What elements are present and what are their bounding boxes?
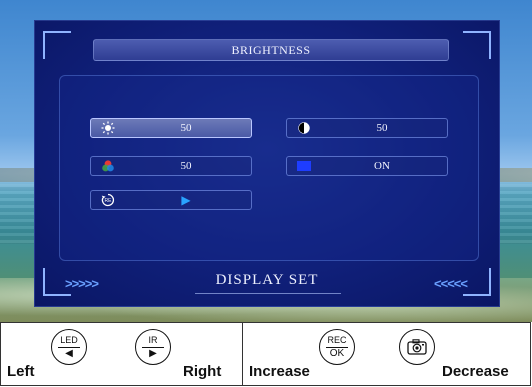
ok-label: OK bbox=[329, 348, 345, 359]
increase-label: Increase bbox=[249, 363, 310, 380]
right-arrows-decoration: <<<<< bbox=[434, 276, 468, 291]
led-button-label: LED bbox=[60, 335, 78, 345]
left-label: Left bbox=[7, 363, 35, 380]
contrast-item[interactable]: 50 bbox=[286, 118, 448, 138]
camera-button[interactable] bbox=[399, 329, 435, 365]
menu-header: BRIGHTNESS bbox=[93, 39, 449, 61]
ir-button-label: IR bbox=[148, 335, 158, 345]
saturation-item[interactable]: 50 bbox=[90, 156, 252, 176]
camera-icon bbox=[407, 339, 427, 360]
rec-ok-button[interactable]: REC OK bbox=[319, 329, 355, 365]
settings-grid: 50 50 50 ON RE ▶ bbox=[59, 75, 479, 261]
corner-bracket-top-left bbox=[43, 31, 71, 59]
display-settings-panel: BRIGHTNESS 50 50 50 ON RE ▶ >>>>> DISPLA… bbox=[34, 20, 500, 307]
right-label: Right bbox=[183, 363, 222, 380]
blue-mode-value: ON bbox=[374, 160, 390, 172]
saturation-value: 50 bbox=[180, 160, 192, 172]
button-legend: Left LED ◀ IR ▶ Right Increase REC OK De… bbox=[0, 322, 531, 386]
svg-text:RE: RE bbox=[105, 198, 113, 204]
footer-underline bbox=[195, 293, 341, 294]
decrease-label: Decrease bbox=[442, 363, 509, 380]
contrast-value: 50 bbox=[376, 122, 388, 134]
led-left-button[interactable]: LED ◀ bbox=[51, 329, 87, 365]
rec-button-label: REC bbox=[327, 335, 347, 345]
reset-icon: RE bbox=[101, 193, 115, 207]
reset-item[interactable]: RE ▶ bbox=[90, 190, 252, 210]
brightness-item[interactable]: 50 bbox=[90, 118, 252, 138]
left-arrow-icon: ◀ bbox=[65, 348, 73, 359]
sun-brightness-icon bbox=[101, 121, 115, 135]
footer-title: DISPLAY SET bbox=[215, 272, 319, 288]
reset-arrow: ▶ bbox=[181, 193, 191, 207]
contrast-icon bbox=[297, 121, 311, 135]
brightness-value: 50 bbox=[180, 122, 192, 134]
color-saturation-icon bbox=[101, 159, 115, 173]
ir-right-button[interactable]: IR ▶ bbox=[135, 329, 171, 365]
corner-bracket-top-right bbox=[463, 31, 491, 59]
blue-square-icon bbox=[297, 159, 311, 173]
blue-mode-item[interactable]: ON bbox=[286, 156, 448, 176]
right-arrow-icon: ▶ bbox=[149, 348, 157, 359]
legend-divider bbox=[242, 323, 243, 385]
